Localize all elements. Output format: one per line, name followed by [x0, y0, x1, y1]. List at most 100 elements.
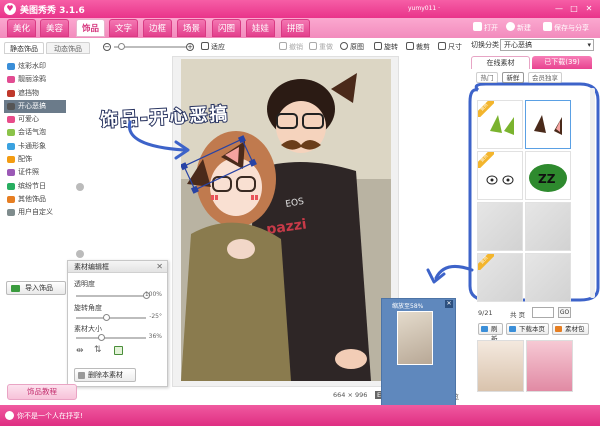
size-slider[interactable]: [76, 337, 146, 339]
original-button[interactable]: 原图: [340, 41, 364, 53]
nav-tab-doll[interactable]: 娃娃: [246, 19, 275, 37]
vip-ribbon: 会员: [478, 254, 494, 270]
tab-downloaded[interactable]: 已下载(39): [532, 56, 592, 69]
tab-online-materials[interactable]: 在线素材: [471, 56, 530, 69]
flip-horizontal-icon[interactable]: ⇹: [76, 346, 88, 356]
flip-vertical-icon[interactable]: ⇅: [94, 345, 106, 356]
resize-icon: [438, 42, 446, 50]
refresh-button[interactable]: 刷新: [478, 323, 503, 343]
category-item[interactable]: 配饰: [4, 153, 66, 166]
nav-tab-flash[interactable]: 闪图: [212, 19, 241, 37]
close-window-button[interactable]: ✕: [583, 3, 595, 14]
material-pack-label: 素材包: [565, 325, 585, 333]
minimize-button[interactable]: —: [553, 3, 565, 14]
crop-button[interactable]: 裁剪: [406, 41, 430, 53]
tab-dynamic-accessories[interactable]: 动态饰品: [46, 42, 90, 54]
download-page-button[interactable]: 下载本页: [506, 323, 549, 335]
sticker-tile[interactable]: 会员: [477, 253, 523, 302]
sticker-tile[interactable]: [525, 100, 571, 149]
title-bar: ♥ 美图秀秀 3.1.6 yumy011 · — □ ✕: [0, 0, 600, 18]
sticker-tile[interactable]: [525, 202, 571, 251]
category-item[interactable]: 遮挡物: [4, 87, 66, 100]
save-share-label: 保存与分享: [554, 24, 589, 32]
open-label: 打开: [484, 24, 498, 32]
accessory-tutorial-button[interactable]: 饰品教程: [7, 384, 77, 400]
material-editor-close-button[interactable]: ✕: [156, 261, 163, 273]
category-label: 遮挡物: [18, 88, 39, 97]
zoom-out-icon[interactable]: −: [103, 43, 111, 51]
copy-icon[interactable]: [114, 346, 123, 355]
zoom-in-icon[interactable]: +: [186, 43, 194, 51]
delete-material-button[interactable]: 删除本素材: [74, 368, 136, 382]
subtab-new[interactable]: 新鲜: [502, 72, 524, 83]
watermark-icon: [7, 63, 15, 70]
help-icon[interactable]: [76, 250, 84, 258]
subtab-vip[interactable]: 会员独享: [528, 72, 562, 83]
crop-label: 裁剪: [416, 43, 430, 51]
sticker-tile[interactable]: 会员: [477, 100, 523, 149]
size-slider-knob[interactable]: [97, 334, 105, 341]
save-share-button[interactable]: 保存与分享: [543, 21, 589, 35]
category-item[interactable]: 证件照: [4, 166, 66, 179]
nav-tab-beautify[interactable]: 美化: [7, 19, 36, 37]
open-button[interactable]: 打开: [473, 21, 498, 35]
undo-button[interactable]: 撤销: [279, 41, 303, 53]
fit-button[interactable]: 适应: [201, 41, 225, 53]
maximize-button[interactable]: □: [568, 3, 580, 14]
nav-tab-accessories[interactable]: 饰品: [76, 19, 105, 37]
rotation-slider-knob[interactable]: [102, 314, 110, 321]
category-item[interactable]: 卡通形象: [4, 140, 66, 153]
mask-icon: [7, 89, 15, 97]
nav-tab-scene[interactable]: 场景: [177, 19, 206, 37]
new-button[interactable]: 新建: [506, 21, 531, 35]
rotate-label: 旋转: [384, 43, 398, 51]
zoom-slider-knob[interactable]: [117, 43, 125, 50]
user-name[interactable]: yumy011 ·: [408, 5, 440, 12]
sticker-scrollbar[interactable]: [590, 88, 595, 298]
zoom-slider[interactable]: [114, 46, 186, 48]
zoom-preview-popup: 缩放至58% ✕: [381, 298, 456, 417]
import-accessory-button[interactable]: 导入饰品: [6, 281, 66, 295]
nav-tab-collage[interactable]: 拼图: [281, 19, 310, 37]
rotation-slider[interactable]: [76, 317, 146, 319]
category-item[interactable]: 会话气泡: [4, 126, 66, 139]
material-editor-title: 素材编辑框: [74, 263, 109, 271]
category-item[interactable]: 靓丽涂鸦: [4, 73, 66, 86]
page-input[interactable]: [532, 307, 554, 318]
accessory-icon: [7, 156, 15, 164]
zoom-preview-close-button[interactable]: ✕: [445, 300, 453, 308]
go-button[interactable]: GO: [558, 307, 571, 318]
category-item[interactable]: 炫彩水印: [4, 60, 66, 73]
category-item[interactable]: 用户自定义: [4, 206, 66, 219]
material-pack-button[interactable]: 素材包: [552, 323, 589, 335]
sticker-tile[interactable]: [477, 202, 523, 251]
redo-icon: [309, 42, 317, 50]
promo-thumbnail[interactable]: [526, 340, 573, 392]
category-item[interactable]: 其他饰品: [4, 193, 66, 206]
info-icon[interactable]: [76, 183, 84, 191]
category-item[interactable]: 可爱心: [4, 113, 66, 126]
nav-tab-face[interactable]: 美容: [40, 19, 69, 37]
rotate-icon: [374, 42, 382, 50]
promo-thumbnail[interactable]: [477, 340, 524, 392]
category-select[interactable]: 开心恶搞 ▾: [500, 39, 594, 51]
category-label: 炫彩水印: [18, 62, 46, 70]
redo-button[interactable]: 重做: [309, 41, 333, 53]
subtab-hot[interactable]: 热门: [476, 72, 498, 83]
nav-tab-text[interactable]: 文字: [109, 19, 138, 37]
transparency-slider[interactable]: [76, 295, 146, 297]
rotate-button[interactable]: 旋转: [374, 41, 398, 53]
category-item[interactable]: 缤纷节日: [4, 180, 66, 193]
category-label: 其他饰品: [18, 194, 46, 203]
category-label: 用户自定义: [18, 208, 53, 217]
page-of-label: 共 页: [510, 311, 526, 319]
trash-icon: [78, 372, 85, 379]
zoom-preview-thumbnail[interactable]: [397, 311, 433, 365]
resize-button[interactable]: 尺寸: [438, 41, 462, 53]
category-item[interactable]: 开心恶搞: [4, 99, 66, 114]
tab-static-accessories[interactable]: 静态饰品: [4, 42, 44, 54]
nav-tab-frame[interactable]: 边框: [143, 19, 172, 37]
sticker-tile[interactable]: 会员: [477, 151, 523, 200]
sticker-tile[interactable]: ZZ: [525, 151, 571, 200]
sticker-tile[interactable]: [525, 253, 571, 302]
